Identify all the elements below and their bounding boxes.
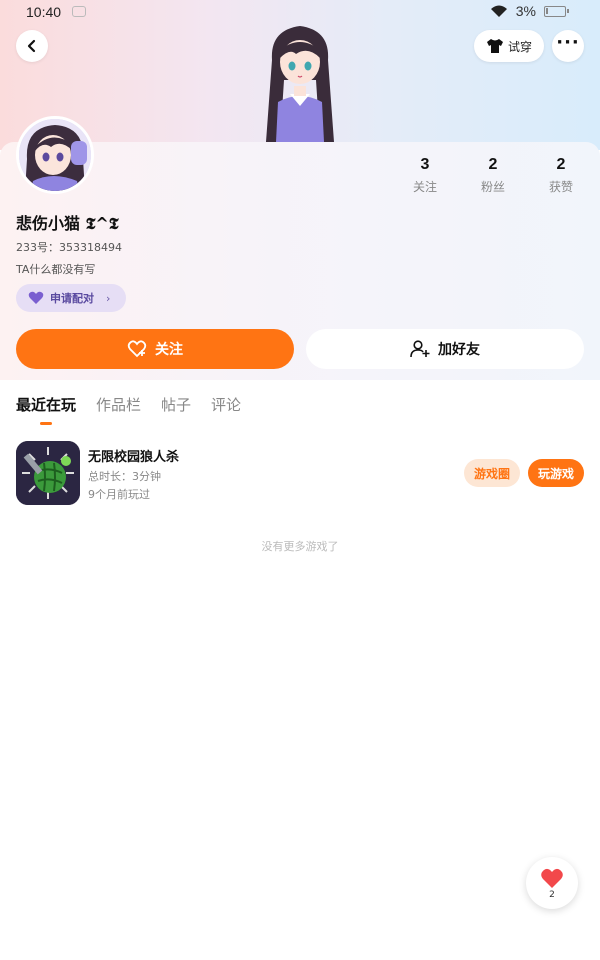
pair-button[interactable]: 申请配对 › xyxy=(16,284,126,312)
game-list-item[interactable]: 无限校园狼人杀 总时长：3分钟 9个月前玩过 游戏圈 玩游戏 xyxy=(16,441,584,505)
follow-label: 关注 xyxy=(155,342,183,358)
stat-value: 2 xyxy=(556,156,566,173)
more-dots-icon: ··· xyxy=(556,32,580,53)
pair-label: 申请配对 xyxy=(50,292,94,305)
battery-icon xyxy=(544,5,569,17)
heart-icon xyxy=(541,868,563,888)
stat-label: 获赞 xyxy=(548,180,573,194)
add-user-icon xyxy=(410,340,430,358)
play-game-button[interactable]: 玩游戏 xyxy=(528,459,584,487)
watermelon-game-icon xyxy=(16,441,80,505)
user-id: 233号：353318494 xyxy=(16,241,122,254)
tshirt-icon xyxy=(486,39,503,53)
tab-comments[interactable]: 评论 xyxy=(211,394,241,415)
active-tab-indicator xyxy=(40,422,52,425)
heart-icon xyxy=(28,291,44,304)
tab-works[interactable]: 作品栏 xyxy=(96,394,141,415)
bio: TA什么都没有写 xyxy=(16,263,96,276)
sim-icon xyxy=(72,6,86,17)
like-count: 2 xyxy=(549,889,555,900)
try-on-label: 试穿 xyxy=(507,39,532,54)
chevron-right-icon: › xyxy=(106,291,111,305)
stat-following[interactable]: 3 关注 xyxy=(390,156,460,195)
game-circle-button[interactable]: 游戏圈 xyxy=(464,459,520,487)
content-panel: 最近在玩 作品栏 帖子 评论 无限校园狼人杀 总时长：3分钟 9个月前玩过 游戏… xyxy=(0,380,600,960)
game-duration: 总时长：3分钟 xyxy=(88,470,161,483)
tab-posts[interactable]: 帖子 xyxy=(161,394,191,415)
wifi-icon xyxy=(490,5,507,17)
stat-followers[interactable]: 2 粉丝 xyxy=(458,156,528,195)
add-friend-button[interactable]: 加好友 xyxy=(306,329,584,369)
game-title[interactable]: 无限校园狼人杀 xyxy=(88,446,179,465)
tab-bar: 最近在玩 作品栏 帖子 评论 xyxy=(16,394,241,415)
tab-recently-played[interactable]: 最近在玩 xyxy=(16,394,76,415)
no-more-games-text: 没有更多游戏了 xyxy=(261,540,339,553)
try-on-button[interactable]: 试穿 xyxy=(474,30,544,62)
avatar-image xyxy=(19,119,91,191)
game-last-played: 9个月前玩过 xyxy=(88,488,150,501)
battery-percent: 3% xyxy=(515,3,536,19)
stat-value: 2 xyxy=(488,156,498,173)
game-icon[interactable] xyxy=(16,441,80,505)
more-button[interactable]: ··· xyxy=(552,30,584,62)
status-time: 10:40 xyxy=(26,4,62,20)
stat-label: 粉丝 xyxy=(480,180,505,194)
chevron-left-icon xyxy=(27,39,36,53)
stat-label: 关注 xyxy=(412,180,437,194)
stat-value: 3 xyxy=(420,156,430,173)
status-bar: 10:40 3% xyxy=(0,0,600,24)
stats: 3 关注 2 粉丝 2 获赞 xyxy=(390,156,600,196)
follow-button[interactable]: 关注 xyxy=(16,329,294,369)
character-image xyxy=(266,26,334,142)
stat-likes[interactable]: 2 获赞 xyxy=(526,156,596,195)
back-button[interactable] xyxy=(16,30,48,62)
avatar[interactable] xyxy=(16,116,94,194)
like-button[interactable]: 2 xyxy=(526,857,578,909)
username: 悲伤小猫 𝕿^𝕿 xyxy=(16,214,119,233)
heart-plus-icon xyxy=(127,340,147,358)
add-friend-label: 加好友 xyxy=(438,342,480,358)
